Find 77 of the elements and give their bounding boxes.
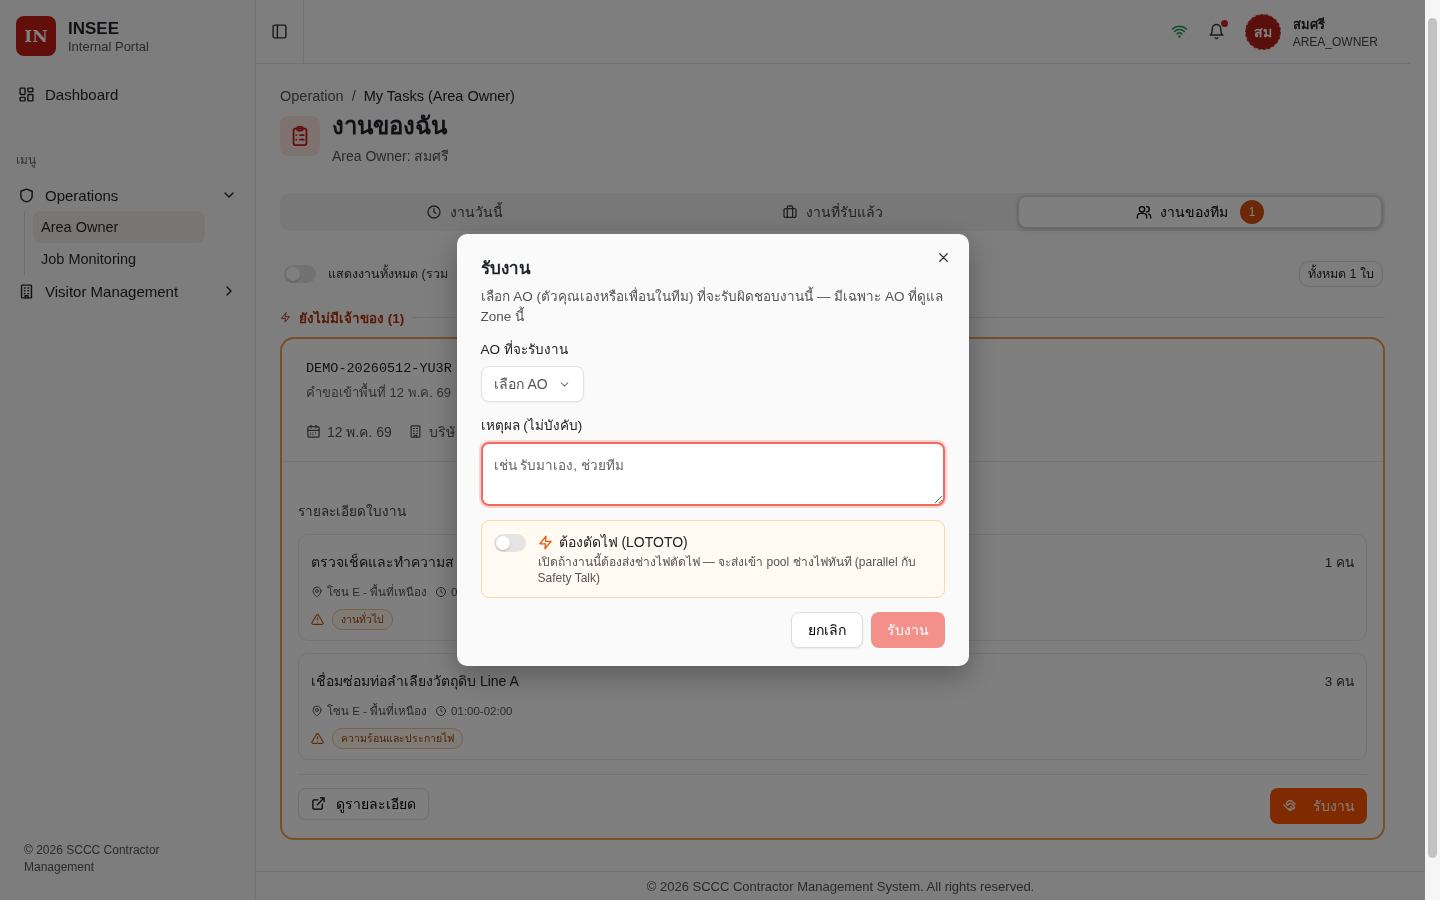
clock-icon — [426, 203, 443, 220]
external-link-icon — [311, 796, 326, 812]
dialog-title: รับงาน — [480, 258, 532, 281]
clock-icon — [435, 704, 448, 717]
building-icon — [407, 424, 423, 440]
count-pill: ทั้งหมด 1 ใบ — [1299, 260, 1383, 287]
company-text: บริษั — [428, 422, 455, 442]
request-subtitle: คำขอเข้าพื้นที่ 12 พ.ค. 69 — [306, 382, 451, 402]
pin-icon — [311, 704, 323, 717]
lototo-switch[interactable] — [493, 534, 526, 553]
people-count: 1 คน — [1324, 553, 1354, 572]
warning-icon — [311, 731, 324, 745]
bolt-icon — [280, 312, 291, 324]
location-text: โซน E - พื้นที่เหนือง — [327, 583, 428, 600]
warning-icon — [311, 612, 324, 626]
count-badge: 1 — [1240, 199, 1265, 224]
building-icon — [18, 282, 35, 300]
reason-field[interactable]: เช่น รับมาเอง, ช่วยทีม — [480, 442, 945, 507]
toggle-label: แสดงงานทั้งหมด (รวม — [328, 263, 448, 283]
toggle-switch[interactable] — [284, 264, 316, 283]
task-title: เชื่อมซ่อมท่อลำเลียงวัตถุดิบ Line A — [311, 671, 519, 692]
ao-select[interactable]: เลือก AO — [480, 366, 584, 403]
shield-icon — [18, 186, 35, 204]
risk-tag: ความร้อนและประกายไฟ — [332, 727, 463, 749]
nav-subitem[interactable]: Area Owner — [33, 211, 205, 243]
scrollbar[interactable] — [1425, 0, 1440, 900]
brand-subtitle: Internal Portal — [68, 38, 149, 54]
lototo-title: ต้องตัดไฟ (LOTOTO) — [558, 533, 688, 553]
details-label: รายละเอียดใบงาน — [298, 502, 407, 521]
handshake-icon — [1282, 798, 1297, 814]
breadcrumb-current: My Tasks (Area Owner) — [363, 88, 515, 104]
page-title: งานของฉัน — [332, 112, 449, 141]
user-name: สมศรี — [1292, 16, 1326, 34]
nav-group[interactable]: Operations — [16, 179, 239, 211]
breadcrumb-link[interactable]: Operation — [280, 88, 344, 104]
nav-subitem[interactable]: Job Monitoring — [33, 243, 205, 275]
cancel-button[interactable]: ยกเลิก — [790, 611, 863, 648]
calendar-icon — [306, 424, 321, 440]
page-footer: © 2026 SCCC Contractor Management System. All rights reserved. — [646, 878, 1035, 894]
view-details-button[interactable]: ดูรายละเอียด — [298, 787, 429, 820]
nav-group[interactable]: Visitor Management — [16, 275, 239, 307]
field-label: เหตุผล (ไม่บังคับ) — [480, 417, 584, 436]
tab[interactable]: งานวันนี้ — [283, 195, 647, 228]
clock-icon — [435, 585, 448, 598]
nav-item[interactable]: Dashboard — [16, 78, 239, 110]
dialog-description: เลือก AO (ตัวคุณเองหรือเพื่อนในทีม) ที่จะรับผิดชอบงานนี้ — มีเฉพาะ AO ที่ดูแล Zone นี้ — [480, 287, 945, 327]
lototo-description: เปิดถ้างานนี้ต้องส่งช่างไฟตัดไฟ — จะส่งเข้า pool ช่างไฟทันที (parallel กับ Safety Talk) — [537, 555, 917, 587]
bell-icon — [1207, 23, 1225, 40]
dashboard-icon — [18, 85, 35, 103]
user-role: AREA_OWNER — [1292, 35, 1378, 49]
time-text: 0 — [451, 585, 458, 598]
pin-icon — [311, 585, 323, 598]
risk-tag: งานทั่วไป — [332, 608, 393, 630]
date-text: 12 พ.ค. 69 — [327, 422, 392, 442]
brand-name: INSEE — [68, 18, 121, 39]
task-title: ตรวจเช็คและทำความส — [311, 552, 454, 572]
location-text: โซน E - พื้นที่เหนือง — [327, 702, 428, 719]
time-text: 01:00-02:00 — [451, 704, 513, 717]
wifi-icon — [1170, 23, 1188, 40]
people-count: 3 คน — [1324, 672, 1354, 691]
claim-button[interactable]: รับงาน — [1270, 787, 1367, 824]
users-icon — [1136, 203, 1153, 220]
bolt-icon — [537, 534, 553, 550]
logo: IN — [16, 16, 56, 56]
request-id: DEMO-20260512-YU3R — [306, 360, 452, 376]
tab[interactable]: งานของทีม 1 — [1018, 195, 1382, 228]
page-subtitle: Area Owner: สมศรี — [332, 146, 450, 166]
avatar[interactable]: สม — [1244, 13, 1281, 50]
section-label: เมนู — [16, 152, 37, 169]
notification-button[interactable] — [1207, 23, 1225, 40]
tab[interactable]: งานที่รับแล้ว — [650, 195, 1015, 228]
section-heading: ยังไม่มีเจ้าของ (1) — [299, 309, 405, 328]
briefcase-icon — [782, 203, 798, 220]
sidebar-toggle-icon — [271, 23, 288, 40]
field-label: AO ที่จะรับงาน — [480, 339, 569, 360]
breadcrumb-separator: / — [351, 88, 356, 104]
sidebar-footer: © 2026 SCCC Contractor Management — [16, 842, 194, 876]
